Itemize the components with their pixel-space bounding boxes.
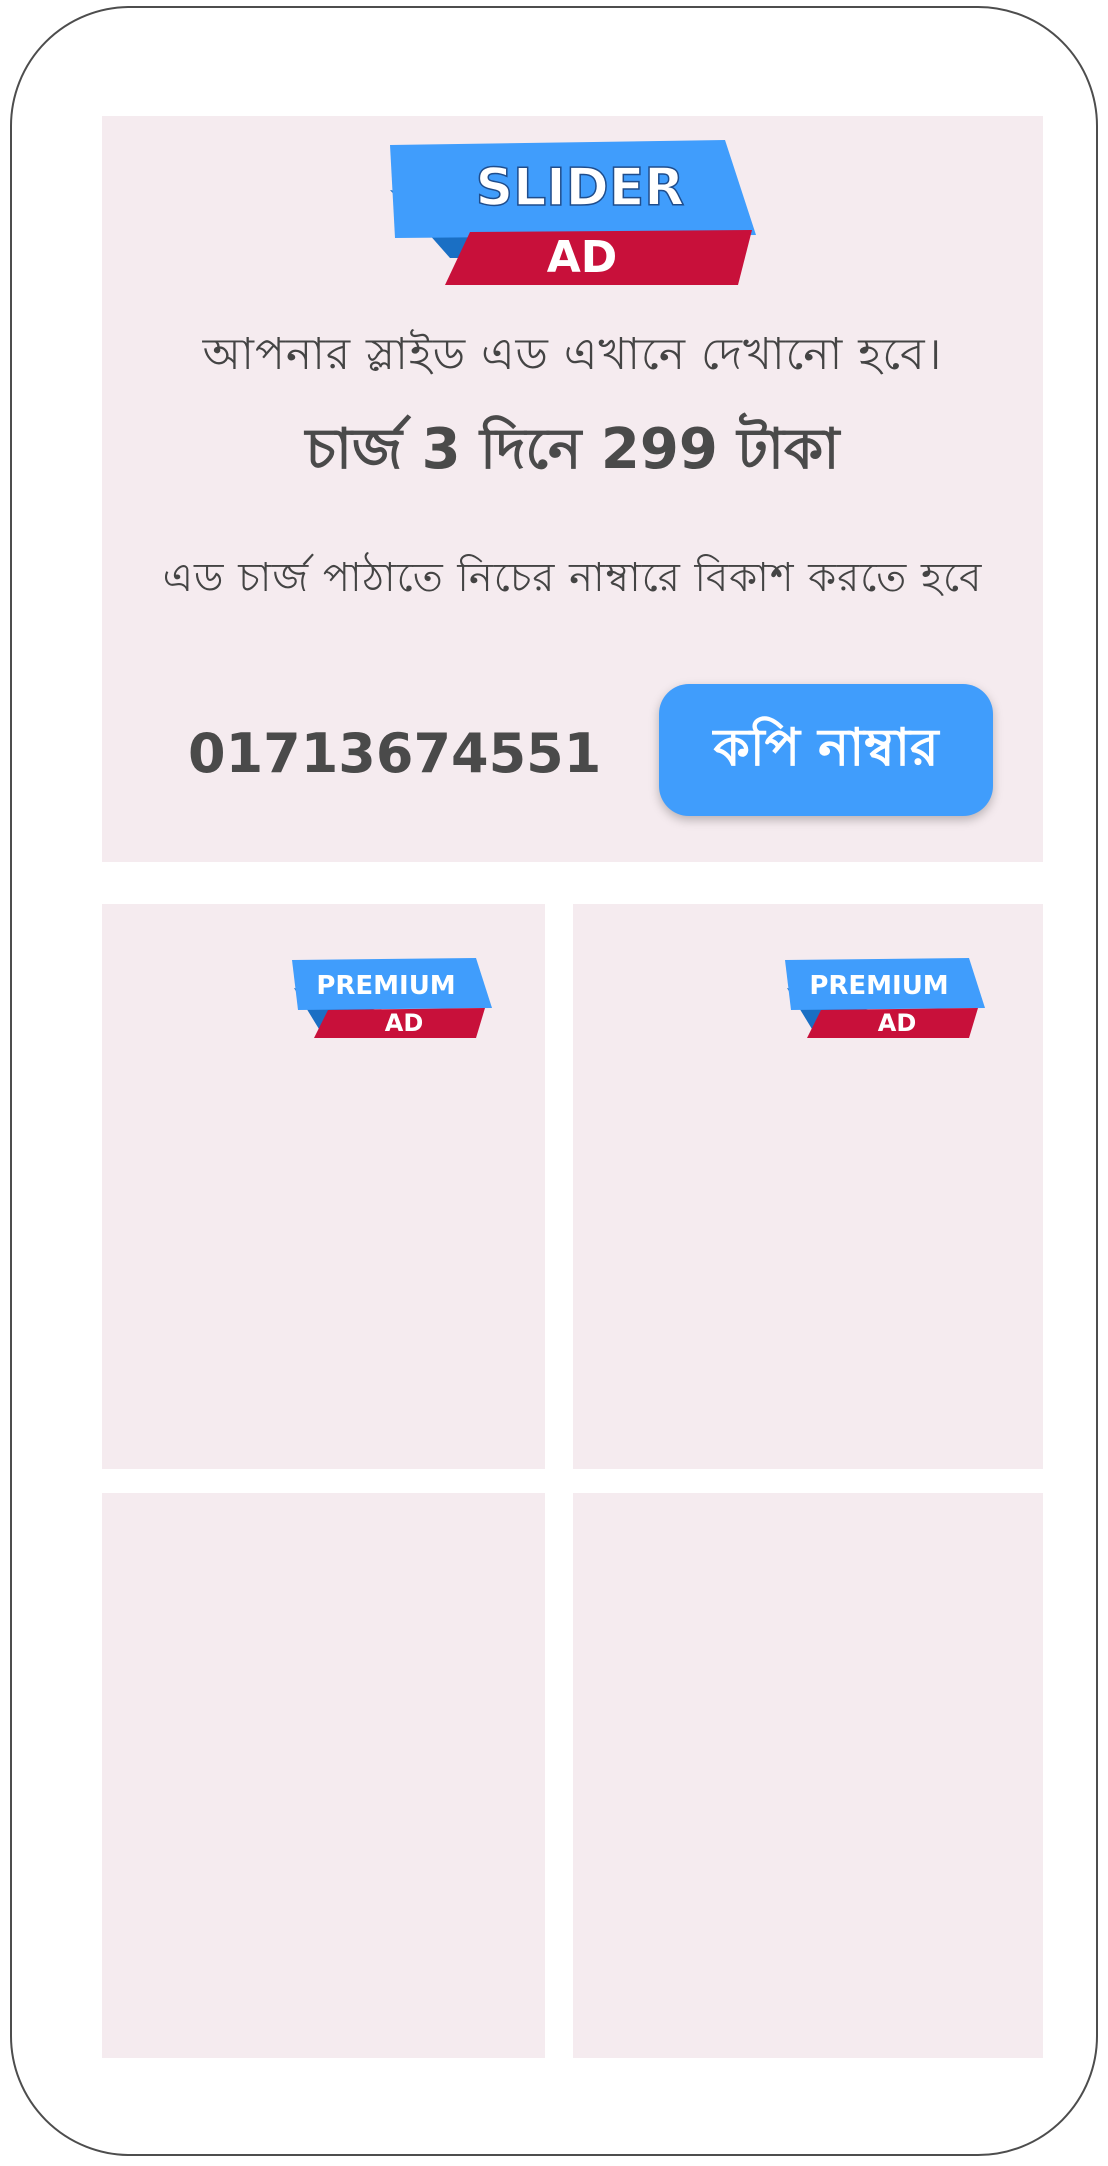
premium-badge-bottom-text: AD [878,1009,917,1037]
premium-ad-badge: PREMIUM AD [292,958,492,1038]
premium-badge-top-text: PREMIUM [809,971,948,1001]
slider-ad-instruction: এড চার্জ পাঠাতে নিচের নাম্বারে বিকাশ করত… [162,555,983,601]
phone-frame: SLIDER AD আপনার স্লাইড এড এখানে দেখানো হ… [10,6,1098,2156]
ad-slot-4[interactable] [573,1493,1043,2058]
premium-ad-slot-1[interactable]: PREMIUM AD [102,904,545,1469]
premium-badge-top-text: PREMIUM [316,971,455,1001]
premium-ad-badge: PREMIUM AD [785,958,985,1038]
copy-number-button[interactable]: কপি নাম্বার [659,684,993,816]
slider-badge-bottom-text: AD [547,232,618,283]
slider-ad-badge: SLIDER AD [390,140,756,285]
premium-ad-slot-2[interactable]: PREMIUM AD [573,904,1043,1469]
slider-ad-card: SLIDER AD আপনার স্লাইড এড এখানে দেখানো হ… [102,116,1043,862]
premium-badge-bottom-text: AD [385,1009,424,1037]
slider-ad-price: চার্জ 3 দিনে 299 টাকা [305,417,840,482]
bkash-phone-number: 01713674551 [188,722,602,785]
slider-ad-headline: আপনার স্লাইড এড এখানে দেখানো হবে। [202,329,943,380]
ad-slot-3[interactable] [102,1493,545,2058]
slider-badge-top-text: SLIDER [476,158,685,218]
